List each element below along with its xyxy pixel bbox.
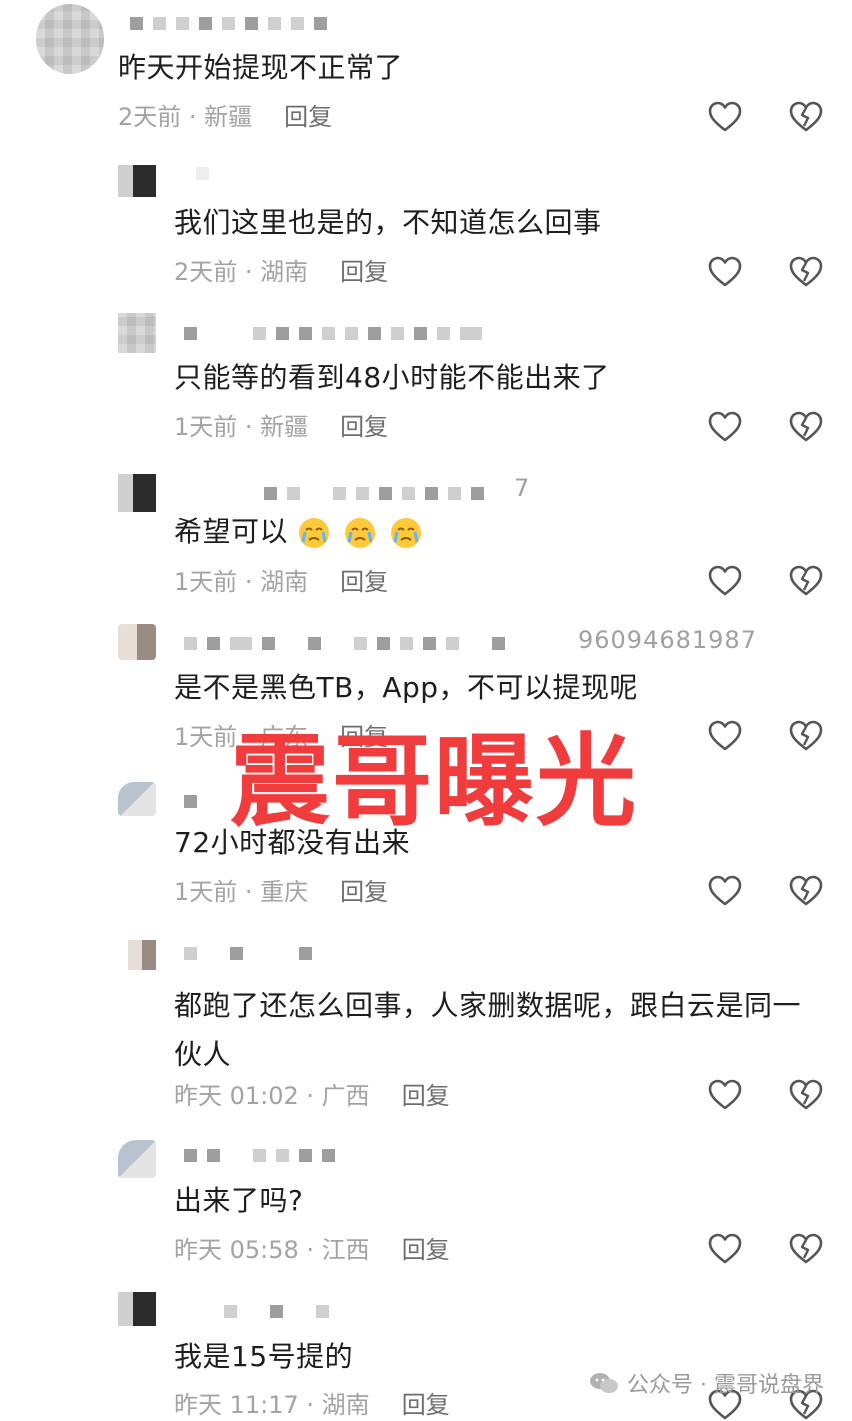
reply-button[interactable]: 回复 [340, 877, 388, 907]
comment-meta: 昨天 01:02 · 广西 回复 [174, 1081, 450, 1111]
comment-meta: 1天前 · 新疆 回复 [174, 412, 388, 442]
avatar[interactable] [118, 624, 156, 660]
comment-time-location: 1天前 · 新疆 [174, 413, 309, 441]
username-blurred[interactable] [224, 1304, 329, 1318]
wechat-icon [590, 1373, 619, 1393]
comment-text: 出来了吗? [174, 1184, 304, 1217]
comment-text: 希望可以 [174, 515, 426, 551]
comment-time-location: 昨天 05:58 · 江西 [174, 1236, 370, 1264]
username-blurred[interactable] [184, 794, 197, 808]
comment-text: 我们这里也是的，不知道怎么回事 [174, 206, 602, 239]
comment-time-location: 2天前 · 新疆 [118, 103, 253, 131]
dislike-broken-heart-icon[interactable] [789, 875, 823, 907]
username-blurred[interactable] [184, 946, 312, 960]
comment-time-location: 1天前 · 湖南 [174, 568, 309, 596]
comment-text: 只能等的看到48小时能不能出来了 [174, 361, 610, 394]
dislike-broken-heart-icon[interactable] [789, 720, 823, 752]
username-blurred[interactable] [184, 326, 482, 340]
comment-text: 我是15号提的 [174, 1340, 354, 1373]
comment-text-body: 希望可以 [174, 515, 289, 548]
reply-button[interactable]: 回复 [284, 102, 332, 132]
comment-time-location: 1天前 · 重庆 [174, 878, 309, 906]
reply-button[interactable]: 回复 [340, 567, 388, 597]
username-blurred[interactable] [196, 166, 209, 180]
avatar[interactable] [128, 940, 156, 970]
comment-meta: 昨天 05:58 · 江西 回复 [174, 1235, 450, 1265]
avatar[interactable] [118, 474, 156, 512]
avatar[interactable] [118, 313, 156, 353]
wechat-watermark: 公众号 · 震哥说盘界 [589, 1367, 824, 1399]
avatar[interactable] [118, 1292, 156, 1326]
username-suffix: 96094681987 [578, 626, 757, 654]
like-heart-icon[interactable] [708, 565, 742, 597]
comment-meta: 昨天 11:17 · 湖南 回复 [174, 1390, 450, 1420]
like-heart-icon[interactable] [708, 101, 742, 133]
reply-button[interactable]: 回复 [340, 257, 388, 287]
username-suffix: 7 [514, 474, 531, 502]
comment-text: 都跑了还怎么回事，人家删数据呢，跟白云是同一伙人 [174, 989, 802, 1071]
comment-text: 昨天开始提现不正常了 [118, 51, 404, 84]
dislike-broken-heart-icon[interactable] [789, 1233, 823, 1265]
username-blurred[interactable] [184, 1148, 335, 1162]
username-blurred[interactable] [130, 16, 327, 30]
comment-time-location: 2天前 · 湖南 [174, 258, 309, 286]
comment-time-location: 昨天 01:02 · 广西 [174, 1082, 370, 1110]
comment-meta: 2天前 · 湖南 回复 [174, 257, 388, 287]
crying-emoji-icon [299, 518, 330, 548]
reply-button[interactable]: 回复 [340, 412, 388, 442]
crying-emoji-icon [345, 518, 376, 548]
avatar[interactable] [118, 165, 156, 197]
comment-meta: 1天前 · 湖南 回复 [174, 567, 388, 597]
like-heart-icon[interactable] [708, 875, 742, 907]
comment-text: 是不是黑色TB，App，不可以提现呢 [174, 671, 639, 704]
username-blurred[interactable] [184, 636, 505, 650]
comment-time-location: 昨天 11:17 · 湖南 [174, 1391, 370, 1419]
crying-emoji-icon [391, 518, 422, 548]
avatar[interactable] [118, 782, 156, 816]
reply-button[interactable]: 回复 [402, 1235, 450, 1265]
like-heart-icon[interactable] [708, 411, 742, 443]
watermark-label: 公众号 · 震哥说盘界 [627, 1373, 824, 1398]
like-heart-icon[interactable] [708, 256, 742, 288]
reply-button[interactable]: 回复 [402, 1390, 450, 1420]
like-heart-icon[interactable] [708, 720, 742, 752]
comment-meta: 2天前 · 新疆 回复 [118, 102, 332, 132]
dislike-broken-heart-icon[interactable] [789, 1079, 823, 1111]
comment-meta: 1天前 · 重庆 回复 [174, 877, 388, 907]
like-heart-icon[interactable] [708, 1233, 742, 1265]
dislike-broken-heart-icon[interactable] [789, 565, 823, 597]
username-blurred[interactable] [264, 486, 484, 500]
like-heart-icon[interactable] [708, 1079, 742, 1111]
dislike-broken-heart-icon[interactable] [789, 256, 823, 288]
avatar[interactable] [36, 4, 104, 74]
avatar[interactable] [118, 1140, 156, 1178]
dislike-broken-heart-icon[interactable] [789, 411, 823, 443]
dislike-broken-heart-icon[interactable] [789, 101, 823, 133]
reply-button[interactable]: 回复 [402, 1081, 450, 1111]
exposure-overlay-title: 震哥曝光 [230, 723, 638, 840]
